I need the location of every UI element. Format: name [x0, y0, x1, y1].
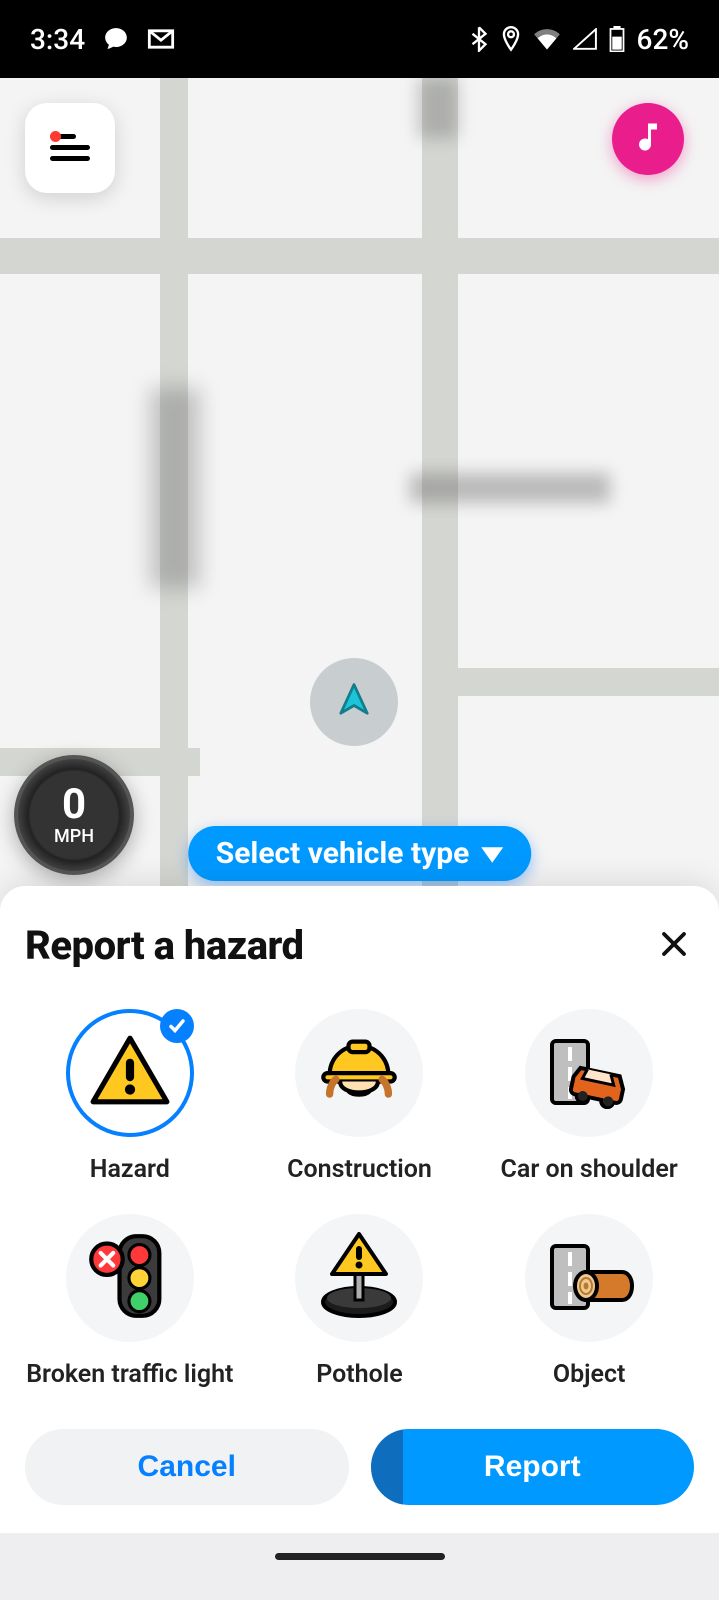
current-location-marker[interactable]	[310, 658, 398, 746]
log-object-icon	[544, 1238, 634, 1318]
battery-icon	[609, 26, 625, 52]
music-note-icon	[630, 119, 666, 159]
chevron-down-icon	[481, 836, 503, 871]
report-hazard-sheet: Report a hazard Hazard	[0, 886, 719, 1533]
cancel-button[interactable]: Cancel	[25, 1429, 349, 1505]
hazard-option-object[interactable]: Object	[484, 1214, 694, 1389]
hazard-option-car-on-shoulder[interactable]: Car on shoulder	[484, 1009, 694, 1184]
hazard-option-label: Car on shoulder	[501, 1155, 678, 1184]
vehicle-type-label: Select vehicle type	[216, 836, 470, 871]
report-button[interactable]: Report	[371, 1429, 695, 1505]
car-shoulder-icon	[544, 1033, 634, 1113]
notification-dot	[50, 131, 61, 142]
cell-icon	[573, 28, 597, 50]
hazard-option-hazard[interactable]: Hazard	[25, 1009, 235, 1184]
speed-value: 0	[62, 784, 86, 826]
location-arrow-icon	[332, 678, 376, 726]
close-button[interactable]	[654, 926, 694, 966]
pothole-icon	[314, 1232, 404, 1324]
sheet-actions: Cancel Report	[25, 1429, 694, 1505]
gesture-handle[interactable]	[275, 1553, 445, 1560]
hamburger-icon	[50, 134, 90, 162]
road	[0, 238, 719, 274]
hazard-option-broken-traffic-light[interactable]: Broken traffic light	[25, 1214, 235, 1389]
close-icon	[659, 929, 689, 963]
hazard-option-label: Pothole	[316, 1360, 402, 1389]
selected-check-icon	[160, 1009, 194, 1043]
hazard-option-label: Object	[553, 1360, 626, 1389]
wifi-icon	[533, 28, 561, 50]
hazard-option-label: Hazard	[90, 1155, 170, 1184]
gmail-icon	[147, 28, 175, 50]
hazard-options-grid: Hazard Construction Car on shoulder	[25, 1009, 694, 1389]
hazard-option-pothole[interactable]: Pothole	[255, 1214, 465, 1389]
speed-unit: MPH	[54, 826, 94, 847]
system-nav-bar[interactable]	[0, 1533, 719, 1600]
status-bar: 3:34 62%	[0, 0, 719, 78]
menu-button[interactable]	[25, 103, 115, 193]
road	[430, 668, 719, 696]
bluetooth-icon	[469, 26, 489, 52]
status-battery: 62%	[637, 23, 689, 56]
street-label-blurred	[410, 473, 610, 503]
warning-triangle-icon	[89, 1033, 171, 1113]
traffic-light-broken-icon	[88, 1232, 172, 1324]
speedometer[interactable]: 0 MPH	[14, 755, 134, 875]
cancel-label: Cancel	[138, 1450, 236, 1484]
hazard-option-construction[interactable]: Construction	[255, 1009, 465, 1184]
hazard-option-label: Construction	[287, 1155, 432, 1184]
street-label-blurred	[418, 78, 458, 138]
location-icon	[501, 26, 521, 52]
hardhat-icon	[317, 1029, 401, 1117]
report-label: Report	[484, 1450, 581, 1484]
music-button[interactable]	[612, 103, 684, 175]
vehicle-type-selector[interactable]: Select vehicle type	[188, 826, 532, 881]
chat-icon	[103, 26, 129, 52]
hazard-option-label: Broken traffic light	[26, 1360, 233, 1389]
status-time: 3:34	[30, 23, 85, 56]
street-label-blurred	[150, 388, 200, 588]
sheet-title: Report a hazard	[25, 922, 304, 969]
